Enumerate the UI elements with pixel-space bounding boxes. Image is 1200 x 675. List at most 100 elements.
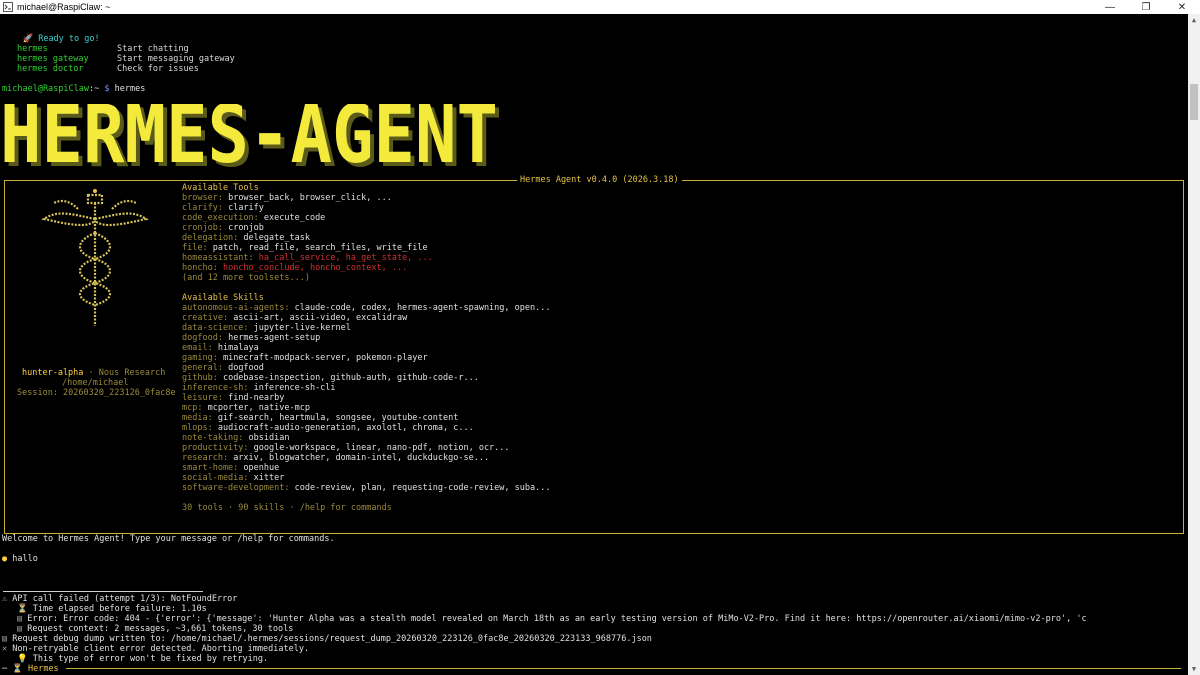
command-desc: Start messaging gateway [117, 54, 235, 64]
scrollbar-thumb[interactable] [1190, 84, 1198, 120]
status-prefix: ─ [2, 664, 8, 674]
document-icon: ▤ [17, 624, 23, 634]
category-key: research: [182, 453, 229, 463]
hourglass-icon: ⏳ [12, 664, 23, 674]
category-values: audiocraft-audio-generation, axolotl, ch… [217, 423, 474, 433]
terminal-output[interactable]: 🚀 Ready to go! hermes Start chatting her… [0, 14, 1188, 675]
tool-row: clarify: clarify [182, 203, 264, 213]
ready-line: 🚀 Ready to go! [2, 24, 99, 44]
maximize-button[interactable]: ❐ [1128, 0, 1164, 14]
category-values: clarify [228, 203, 264, 213]
category-values: code-review, plan, requesting-code-revie… [294, 483, 551, 493]
error-line: ▤ Request debug dump written to: /home/m… [2, 634, 652, 644]
tool-row: code_execution: execute_code [182, 213, 325, 223]
tools-heading: Available Tools [182, 183, 259, 193]
window-titlebar: michael@RaspiClaw: ~ — ❐ ✕ [0, 0, 1200, 14]
category-key: dogfood: [182, 333, 223, 343]
scroll-up-arrow-icon[interactable]: ▲ [1188, 14, 1200, 26]
more-toolsets: (and 12 more toolsets...) [182, 273, 310, 283]
skill-row: productivity: google-workspace, linear, … [182, 443, 510, 453]
category-key: homeassistant: [182, 253, 254, 263]
category-values: minecraft-modpack-server, pokemon-player [222, 353, 428, 363]
category-key: file: [182, 243, 208, 253]
skill-row: leisure: find-nearby [182, 393, 284, 403]
error-line: ▤ Request context: 2 messages, ~3,661 to… [17, 624, 293, 634]
category-key: email: [182, 343, 213, 353]
window-title: michael@RaspiClaw: ~ [17, 2, 111, 12]
status-rule [66, 668, 1181, 669]
skill-row: data-science: jupyter-live-kernel [182, 323, 351, 333]
hermes-agent-banner: HERMES-AGENT HERMES-AGENT [0, 104, 502, 174]
error-text: Error: Error code: 404 - {'error': {'mes… [27, 614, 1087, 624]
category-values: claude-code, codex, hermes-agent-spawnin… [294, 303, 551, 313]
category-key: software-development: [182, 483, 290, 493]
skill-row: autonomous-ai-agents: claude-code, codex… [182, 303, 550, 313]
category-key: note-taking: [182, 433, 244, 443]
prompt-symbol: $ [104, 84, 110, 94]
minimize-button[interactable]: — [1092, 0, 1128, 14]
panel-title: Hermes Agent v0.4.0 (2026.3.18) [517, 175, 682, 185]
scroll-down-arrow-icon[interactable]: ▼ [1188, 663, 1200, 675]
skill-row: mcp: mcporter, native-mcp [182, 403, 310, 413]
caduceus-logo [41, 189, 149, 326]
close-button[interactable]: ✕ [1164, 0, 1200, 14]
skill-row: github: codebase-inspection, github-auth… [182, 373, 479, 383]
skill-row: research: arxiv, blogwatcher, domain-int… [182, 453, 489, 463]
category-key: productivity: [182, 443, 249, 453]
vertical-scrollbar[interactable]: ▲ ▼ [1188, 14, 1200, 675]
command-row: hermes gateway [17, 54, 89, 64]
skills-heading: Available Skills [182, 293, 264, 303]
category-values: himalaya [217, 343, 259, 353]
command-name: hermes [17, 44, 48, 54]
working-directory: /home/michael [62, 378, 129, 388]
prompt-command: hermes [114, 84, 146, 94]
category-values: codebase-inspection, github-auth, github… [222, 373, 479, 383]
tool-row: homeassistant: ha_call_service, ha_get_s… [182, 253, 433, 263]
category-values: dogfood [228, 363, 264, 373]
category-key: clarify: [182, 203, 223, 213]
shell-prompt: michael@RaspiClaw:~ $ hermes [2, 84, 145, 94]
error-line: 💡 This type of error won't be fixed by r… [17, 654, 268, 664]
error-line: ⚠ API call failed (attempt 1/3): NotFoun… [2, 594, 237, 604]
user-message: ● hallo [2, 554, 38, 564]
command-row: hermes [17, 44, 48, 54]
category-key: creative: [182, 313, 229, 323]
tools-more: (and 12 more toolsets...) [182, 273, 310, 283]
ready-text: Ready to go! [38, 34, 100, 44]
hourglass-icon: ⏳ [17, 604, 28, 614]
clipboard-icon: ▤ [2, 634, 8, 644]
skill-row: media: gif-search, heartmula, songsee, y… [182, 413, 458, 423]
document-icon: ▤ [17, 614, 23, 624]
category-values: obsidian [248, 433, 290, 443]
user-bullet: ● [2, 554, 8, 564]
model-name: hunter-alpha [22, 368, 84, 378]
category-values: jupyter-live-kernel [253, 323, 351, 333]
tool-row: honcho: honcho_conclude, honcho_context,… [182, 263, 407, 273]
prompt-path: :~ [89, 84, 100, 94]
category-values: find-nearby [228, 393, 285, 403]
error-text: API call failed (attempt 1/3): NotFoundE… [12, 594, 238, 604]
message-divider [3, 591, 203, 592]
error-text: Time elapsed before failure: 1.10s [32, 604, 207, 614]
category-key: code_execution: [182, 213, 259, 223]
welcome-message: Welcome to Hermes Agent! Type your messa… [2, 534, 335, 544]
error-line: ⏳ Time elapsed before failure: 1.10s [17, 604, 207, 614]
category-values: delegate_task [243, 233, 310, 243]
status-label: Hermes [27, 664, 59, 674]
category-values: hermes-agent-setup [228, 333, 321, 343]
category-values: honcho_conclude, honcho_context, ... [222, 263, 408, 273]
skill-row: note-taking: obsidian [182, 433, 290, 443]
error-text: Non-retryable client error detected. Abo… [12, 644, 310, 654]
command-name: hermes doctor [17, 64, 84, 74]
category-values: xitter [253, 473, 285, 483]
banner-text: HERMES-AGENT [0, 104, 498, 174]
error-line: ✕ Non-retryable client error detected. A… [2, 644, 309, 654]
category-values: cronjob [228, 223, 264, 233]
skill-row: general: dogfood [182, 363, 264, 373]
skill-row: mlops: audiocraft-audio-generation, axol… [182, 423, 474, 433]
skill-row: gaming: minecraft-modpack-server, pokemo… [182, 353, 428, 363]
category-values: execute_code [263, 213, 326, 223]
category-key: leisure: [182, 393, 223, 403]
skill-row: smart-home: openhue [182, 463, 279, 473]
tool-row: browser: browser_back, browser_click, ..… [182, 193, 392, 203]
